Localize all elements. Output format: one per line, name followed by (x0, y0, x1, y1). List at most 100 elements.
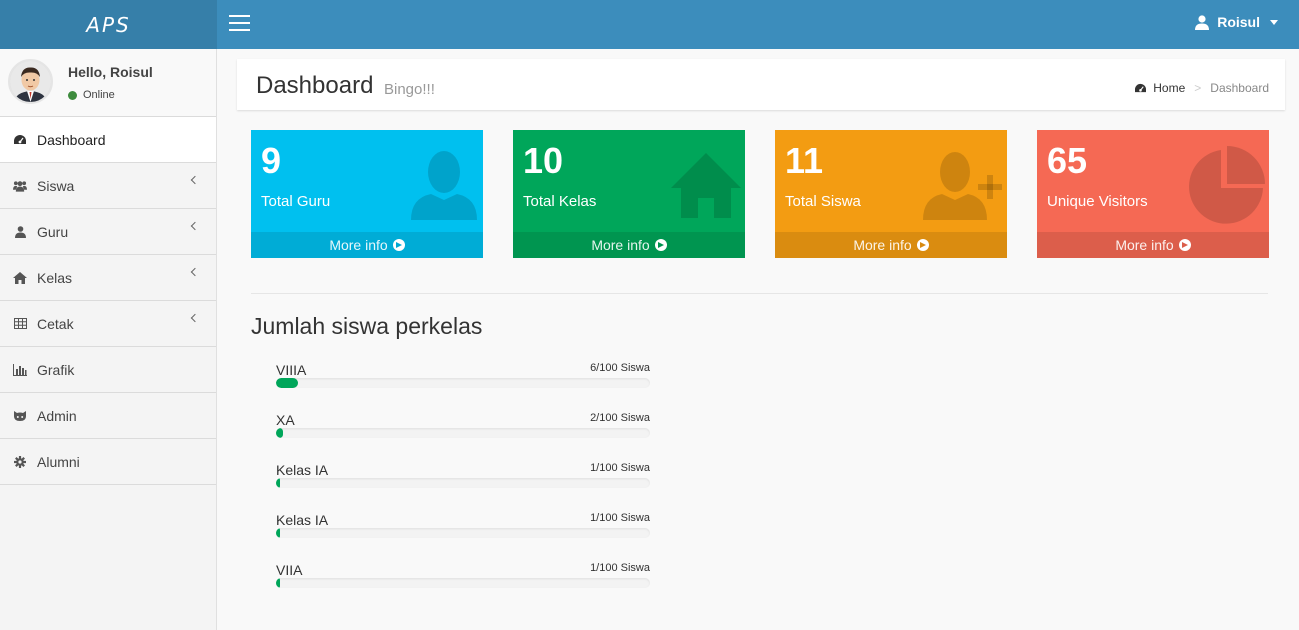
sidebar-toggle-icon[interactable] (229, 15, 251, 33)
progress-label: XA (276, 412, 295, 428)
chevron-left-icon (190, 267, 200, 277)
greeting: Hello, Roisul (68, 64, 153, 80)
top-navbar: APS Roisul (0, 0, 1299, 49)
progress-fill (276, 528, 280, 538)
more-info-label: More info (591, 237, 650, 253)
home-icon (13, 271, 27, 285)
sidebar-item-label: Alumni (37, 453, 80, 470)
progress-row: Kelas IA 1/100 Siswa (276, 512, 650, 552)
more-info-link[interactable]: More info (1037, 232, 1269, 258)
small-box-kelas: 10 Total Kelas More info (513, 130, 745, 258)
user-panel: Hello, Roisul Online (0, 49, 216, 117)
page-title: Dashboard (256, 72, 374, 99)
sidebar-item-grafik[interactable]: Grafik (0, 347, 216, 393)
progress-value: 1/100 Siswa (590, 512, 650, 524)
breadcrumb-separator: > (1194, 81, 1202, 95)
more-info-label: More info (1115, 237, 1174, 253)
more-info-label: More info (853, 237, 912, 253)
avatar (8, 59, 53, 104)
user-name: Roisul (1217, 14, 1260, 30)
arrow-circle-right-icon (1178, 239, 1191, 251)
progress-row: XA 2/100 Siswa (276, 412, 650, 452)
sidebar-item-cetak[interactable]: Cetak (0, 301, 216, 347)
small-box-visitors: 65 Unique Visitors More info (1037, 130, 1269, 258)
breadcrumb-home-link[interactable]: Home (1153, 81, 1185, 95)
arrow-circle-right-icon (392, 239, 405, 251)
section-divider (251, 293, 1268, 294)
caret-down-icon (1270, 19, 1278, 25)
home-icon (671, 153, 741, 218)
user-plus-icon (923, 152, 1002, 220)
user-menu[interactable]: Roisul (1195, 14, 1278, 30)
progress-fill (276, 578, 280, 588)
sidebar-item-siswa[interactable]: Siswa (0, 163, 216, 209)
progress-label: Kelas IA (276, 462, 329, 478)
box-number: 65 (1047, 140, 1088, 181)
progress-row: VIIIA 6/100 Siswa (276, 362, 650, 402)
online-status: Online (68, 89, 115, 101)
box-number: 9 (261, 140, 282, 181)
progress-value: 6/100 Siswa (590, 362, 650, 374)
arrow-circle-right-icon (916, 239, 929, 251)
sidebar-item-label: Kelas (37, 269, 73, 286)
sidebar-item-label: Dashboard (37, 131, 106, 148)
progress-track (276, 428, 650, 438)
progress-track (276, 578, 650, 588)
progress-track (276, 528, 650, 538)
progress-fill (276, 428, 284, 438)
status-dot-icon (68, 90, 77, 100)
progress-track (276, 378, 650, 388)
chevron-left-icon (190, 313, 200, 323)
progress-value: 1/100 Siswa (590, 562, 650, 574)
gear-icon (13, 455, 27, 469)
section-title: Jumlah siswa perkelas (251, 313, 483, 339)
more-info-label: More info (329, 237, 388, 253)
progress-fill (276, 478, 280, 488)
more-info-link[interactable]: More info (775, 232, 1007, 258)
sidebar-item-guru[interactable]: Guru (0, 209, 216, 255)
box-label: Unique Visitors (1047, 193, 1148, 210)
progress-row: Kelas IA 1/100 Siswa (276, 462, 650, 502)
progress-label: VIIA (276, 562, 303, 578)
box-label: Total Guru (261, 193, 331, 210)
sidebar-item-admin[interactable]: Admin (0, 393, 216, 439)
progress-value: 2/100 Siswa (590, 412, 650, 424)
sidebar-item-label: Admin (37, 407, 77, 424)
box-label: Total Kelas (523, 193, 597, 210)
sidebar-item-label: Guru (37, 223, 69, 240)
chevron-left-icon (190, 221, 200, 231)
progress-label: Kelas IA (276, 512, 329, 528)
dashboard-icon (13, 133, 27, 147)
box-number: 10 (523, 140, 564, 181)
chevron-left-icon (190, 175, 200, 185)
box-label: Total Siswa (785, 193, 861, 210)
arrow-circle-right-icon (654, 239, 667, 251)
small-box-guru: 9 Total Guru More info (251, 130, 483, 258)
pie-chart-icon (1189, 146, 1265, 224)
bar-chart-icon (13, 363, 27, 377)
sidebar: Hello, Roisul Online Dashboard Siswa Gur… (0, 49, 217, 630)
more-info-link[interactable]: More info (251, 232, 483, 258)
box-number: 11 (785, 140, 824, 181)
small-box-siswa: 11 Total Siswa More info (775, 130, 1007, 258)
more-info-link[interactable]: More info (513, 232, 745, 258)
user-icon (13, 225, 27, 239)
sidebar-item-alumni[interactable]: Alumni (0, 439, 216, 485)
page-subtitle: Bingo!!! (384, 81, 435, 98)
content-header: Dashboard Bingo!!! Home > Dashboard (237, 59, 1285, 110)
progress-row: VIIA 1/100 Siswa (276, 562, 650, 602)
app-logo[interactable]: APS (0, 0, 217, 49)
sidebar-item-label: Siswa (37, 177, 75, 194)
user-icon (411, 151, 477, 220)
sidebar-item-kelas[interactable]: Kelas (0, 255, 216, 301)
dashboard-icon (1135, 83, 1147, 92)
sidebar-item-dashboard[interactable]: Dashboard (0, 117, 216, 163)
github-icon (13, 409, 27, 423)
users-icon (13, 179, 27, 193)
sidebar-item-label: Cetak (37, 315, 74, 332)
table-icon (13, 317, 27, 331)
progress-value: 1/100 Siswa (590, 462, 650, 474)
user-icon (1195, 14, 1210, 30)
status-label: Online (83, 89, 115, 101)
progress-label: VIIIA (276, 362, 307, 378)
